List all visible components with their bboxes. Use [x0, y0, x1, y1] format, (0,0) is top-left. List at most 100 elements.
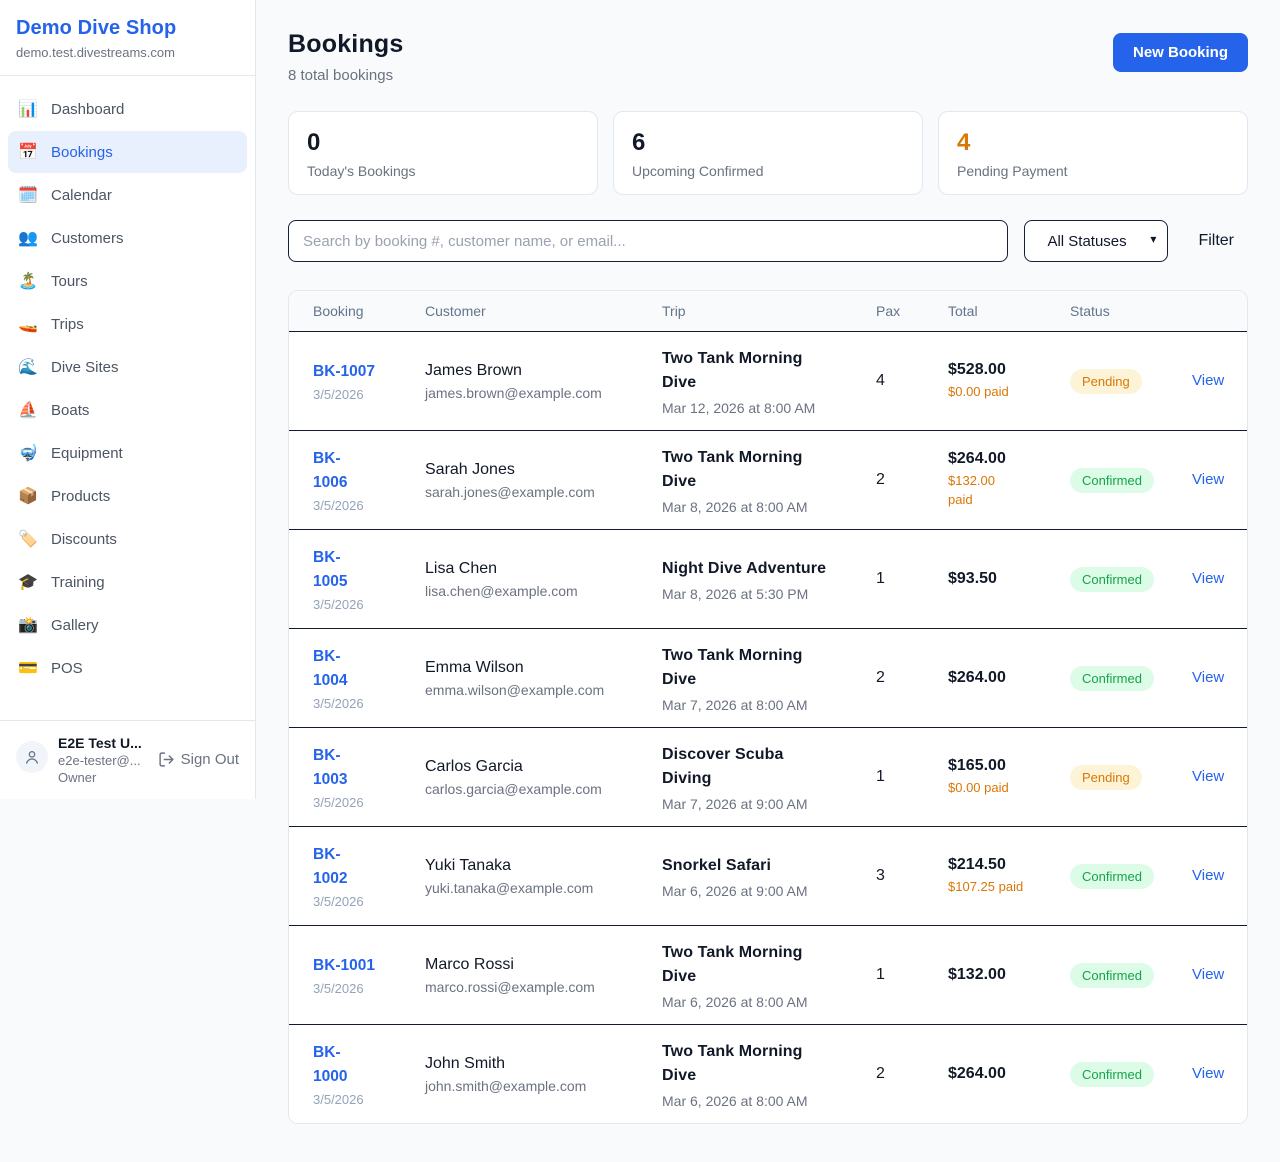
sidebar-item-tours[interactable]: 🏝️ Tours [8, 260, 247, 302]
camera-icon: 📸 [18, 615, 38, 635]
table-body: BK-1007 3/5/2026 James Brown james.brown… [289, 331, 1247, 1123]
trip-datetime: Mar 12, 2026 at 8:00 AM [662, 400, 876, 416]
pax-count: 4 [876, 372, 948, 390]
calendar-page-icon: 📅 [18, 142, 38, 162]
island-icon: 🏝️ [18, 271, 38, 291]
sidebar-item-training[interactable]: 🎓 Training [8, 561, 247, 603]
booking-id-link[interactable]: BK- 1002 [313, 846, 347, 887]
sidebar-item-pos[interactable]: 💳 POS [8, 647, 247, 689]
pax-count: 1 [876, 966, 948, 984]
sidebar-item-discounts[interactable]: 🏷️ Discounts [8, 518, 247, 560]
view-link[interactable]: View [1192, 966, 1224, 983]
trip-name: Discover Scuba Diving [662, 743, 876, 791]
booking-id-link[interactable]: BK- 1000 [313, 1044, 347, 1085]
trip-datetime: Mar 6, 2026 at 8:00 AM [662, 1093, 876, 1109]
view-link[interactable]: View [1192, 669, 1224, 686]
shop-domain: demo.test.divestreams.com [16, 45, 239, 60]
view-link[interactable]: View [1192, 1065, 1224, 1082]
booking-id-link[interactable]: BK- 1003 [313, 747, 347, 788]
paid-amount: $107.25 paid [948, 878, 1070, 897]
sidebar-item-equipment[interactable]: 🤿 Equipment [8, 432, 247, 474]
view-link[interactable]: View [1192, 570, 1224, 587]
stat-value: 4 [957, 129, 1229, 157]
status-badge: Confirmed [1070, 666, 1154, 691]
view-link[interactable]: View [1192, 867, 1224, 884]
customer-email: emma.wilson@example.com [425, 682, 662, 698]
customer-email: james.brown@example.com [425, 385, 662, 401]
customer-email: yuki.tanaka@example.com [425, 880, 662, 896]
people-icon: 👥 [18, 228, 38, 248]
filter-button[interactable]: Filter [1184, 232, 1248, 250]
stats-cards: 0 Today's Bookings 6 Upcoming Confirmed … [288, 111, 1248, 195]
table-row: BK-1001 3/5/2026 Marco Rossi marco.rossi… [289, 925, 1247, 1024]
sidebar-item-label: Gallery [51, 617, 99, 634]
total-amount: $264.00 [948, 669, 1070, 687]
stat-label: Pending Payment [957, 163, 1229, 179]
stat-card: 6 Upcoming Confirmed [613, 111, 923, 195]
bar-chart-icon: 📊 [18, 99, 38, 119]
booking-date: 3/5/2026 [313, 981, 425, 996]
tag-icon: 🏷️ [18, 529, 38, 549]
trip-name: Two Tank Morning Dive [662, 644, 876, 692]
total-amount: $214.50 [948, 856, 1070, 874]
pax-count: 1 [876, 768, 948, 786]
booking-id-link[interactable]: BK-1001 [313, 957, 375, 974]
table-row: BK- 1002 3/5/2026 Yuki Tanaka yuki.tanak… [289, 826, 1247, 925]
pax-count: 2 [876, 669, 948, 687]
total-bookings-count: 8 total bookings [288, 67, 404, 84]
paid-amount: $0.00 paid [948, 779, 1070, 798]
sidebar-item-products[interactable]: 📦 Products [8, 475, 247, 517]
status-filter-wrap: All Statuses ▾ [1024, 220, 1168, 262]
status-badge: Confirmed [1070, 1062, 1154, 1087]
column-header-trip: Trip [662, 303, 876, 319]
pax-count: 3 [876, 867, 948, 885]
booking-id-link[interactable]: BK- 1005 [313, 549, 347, 590]
sidebar-nav: 📊 Dashboard 📅 Bookings 🗓️ Calendar 👥 Cus… [0, 76, 255, 720]
logout-icon [158, 751, 175, 768]
sailboat-icon: ⛵ [18, 400, 38, 420]
view-link[interactable]: View [1192, 768, 1224, 785]
trip-datetime: Mar 7, 2026 at 8:00 AM [662, 697, 876, 713]
stat-value: 6 [632, 129, 904, 157]
search-toolbar: All Statuses ▾ Filter [288, 220, 1248, 262]
customer-name: Emma Wilson [425, 659, 662, 677]
search-input[interactable] [288, 220, 1008, 262]
sidebar-item-label: Tours [51, 273, 88, 290]
view-link[interactable]: View [1192, 471, 1224, 488]
customer-name: Marco Rossi [425, 956, 662, 974]
sidebar-item-label: Equipment [51, 445, 123, 462]
package-icon: 📦 [18, 486, 38, 506]
sidebar-item-dive-sites[interactable]: 🌊 Dive Sites [8, 346, 247, 388]
main-content: Bookings 8 total bookings New Booking 0 … [256, 0, 1280, 1124]
status-badge: Confirmed [1070, 963, 1154, 988]
page-title-block: Bookings 8 total bookings [288, 30, 404, 84]
booking-date: 3/5/2026 [313, 894, 425, 909]
sidebar-item-boats[interactable]: ⛵ Boats [8, 389, 247, 431]
sidebar-item-dashboard[interactable]: 📊 Dashboard [8, 88, 247, 130]
new-booking-button[interactable]: New Booking [1113, 33, 1248, 72]
avatar [16, 741, 48, 773]
trip-name: Night Dive Adventure [662, 557, 876, 581]
booking-id-link[interactable]: BK-1007 [313, 363, 375, 380]
sidebar-item-calendar[interactable]: 🗓️ Calendar [8, 174, 247, 216]
sidebar-item-label: POS [51, 660, 83, 677]
sign-out-button[interactable]: Sign Out [158, 751, 239, 768]
page-title: Bookings [288, 30, 404, 59]
total-amount: $93.50 [948, 570, 1070, 588]
sidebar-item-customers[interactable]: 👥 Customers [8, 217, 247, 259]
booking-id-link[interactable]: BK- 1004 [313, 648, 347, 689]
sidebar-item-bookings[interactable]: 📅 Bookings [8, 131, 247, 173]
booking-id-link[interactable]: BK- 1006 [313, 450, 347, 491]
sidebar-item-trips[interactable]: 🚤 Trips [8, 303, 247, 345]
sidebar-item-gallery[interactable]: 📸 Gallery [8, 604, 247, 646]
customer-email: sarah.jones@example.com [425, 484, 662, 500]
customer-name: Yuki Tanaka [425, 857, 662, 875]
paid-amount: $0.00 paid [948, 383, 1070, 402]
sidebar: Demo Dive Shop demo.test.divestreams.com… [0, 0, 256, 799]
view-link[interactable]: View [1192, 372, 1224, 389]
sidebar-item-label: Bookings [51, 144, 113, 161]
sidebar-item-label: Products [51, 488, 110, 505]
status-filter-select[interactable]: All Statuses [1024, 220, 1168, 262]
trip-datetime: Mar 6, 2026 at 8:00 AM [662, 994, 876, 1010]
column-header-booking: Booking [313, 303, 425, 319]
